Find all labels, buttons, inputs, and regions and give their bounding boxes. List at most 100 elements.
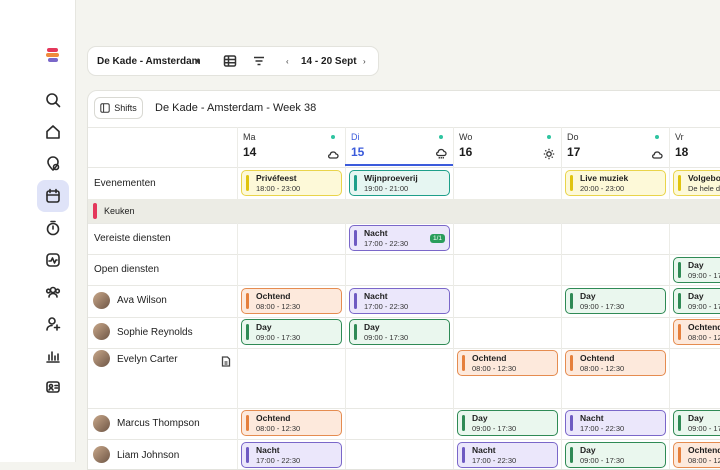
shift-title: Day bbox=[688, 413, 704, 423]
shift-color-bar bbox=[462, 415, 465, 431]
employee-name[interactable]: Ava Wilson bbox=[117, 295, 167, 306]
day-header-ma[interactable]: Ma 14 bbox=[237, 132, 345, 166]
document-icon[interactable] bbox=[221, 354, 231, 367]
shift-title: Wijnproeverij bbox=[364, 173, 418, 183]
day-name: Wo bbox=[459, 132, 473, 142]
shift-time: 09:00 - 17:30 bbox=[688, 424, 720, 433]
id-card-icon[interactable] bbox=[39, 373, 67, 401]
location-selector[interactable]: De Kade - Amsterdam bbox=[97, 56, 201, 67]
day-number: 14 bbox=[243, 145, 257, 159]
location-icon[interactable] bbox=[39, 150, 67, 178]
day-header-do[interactable]: Do 17 bbox=[561, 132, 669, 166]
shifts-label: Shifts bbox=[114, 103, 137, 113]
shift-color-bar bbox=[462, 447, 465, 463]
filter-icon[interactable] bbox=[252, 54, 266, 68]
calendar-icon[interactable] bbox=[37, 180, 69, 212]
shift-card[interactable]: Ochtend08:00 - 12:30 bbox=[565, 350, 666, 376]
shift-title: Ochtend bbox=[580, 353, 615, 363]
shift-title: Ochtend bbox=[688, 322, 720, 332]
shift-card[interactable]: Day09:00 - 17:30 bbox=[457, 410, 558, 436]
shift-card[interactable]: Ochtend08:00 - 12:30 bbox=[241, 288, 342, 314]
shift-card[interactable]: Day09:00 - 17:30 bbox=[241, 319, 342, 345]
employee-name[interactable]: Liam Johnson bbox=[117, 450, 179, 461]
event-card[interactable]: Wijnproeverij 19:00 - 21:00 bbox=[349, 170, 450, 196]
shift-time: 20:00 - 23:00 bbox=[580, 184, 625, 193]
cloud-rain-icon bbox=[435, 147, 447, 159]
bar-chart-icon[interactable] bbox=[39, 342, 67, 370]
shift-card[interactable]: Day09:00 - 17:30 bbox=[565, 288, 666, 314]
section-keuken[interactable]: Keuken bbox=[88, 199, 720, 223]
status-dot bbox=[547, 135, 551, 139]
day-number: 18 bbox=[675, 145, 689, 159]
shift-card[interactable]: Ochtend08:00 - 12:30 bbox=[241, 410, 342, 436]
search-icon[interactable] bbox=[39, 86, 67, 114]
shift-time: 09:00 - 17:30 bbox=[580, 456, 625, 465]
table-view-icon[interactable] bbox=[223, 54, 237, 68]
shifts-button[interactable]: Shifts bbox=[94, 97, 143, 119]
event-card[interactable]: Privéfeest 18:00 - 23:00 bbox=[241, 170, 342, 196]
shift-card[interactable]: Day09:00 - 17:30 bbox=[673, 288, 720, 314]
status-dot bbox=[331, 135, 335, 139]
shift-color-bar bbox=[570, 355, 573, 371]
shift-time: 18:00 - 23:00 bbox=[256, 184, 301, 193]
shift-time: 09:00 - 17:30 bbox=[580, 302, 625, 311]
chevron-right-icon[interactable]: › bbox=[363, 57, 366, 66]
shift-card[interactable]: Nacht 17:00 - 22:30 bbox=[349, 288, 450, 314]
shift-card[interactable]: Day09:00 - 17:30 bbox=[673, 410, 720, 436]
schedule-panel: Shifts De Kade - Amsterdam - Week 38 Ma … bbox=[87, 90, 720, 470]
shift-title: Ochtend bbox=[256, 413, 291, 423]
shift-color-bar bbox=[354, 293, 357, 309]
shift-title: Live muziek bbox=[580, 173, 629, 183]
shift-color-bar bbox=[678, 447, 681, 463]
employee-name[interactable]: Sophie Reynolds bbox=[117, 327, 193, 338]
status-dot bbox=[439, 135, 443, 139]
shift-card[interactable]: Nacht 17:00 - 22:30 1/1 bbox=[349, 225, 450, 251]
shift-color-bar bbox=[570, 175, 573, 191]
shift-card[interactable]: Nacht 17:00 - 22:30 bbox=[565, 410, 666, 436]
cloud-sun-icon bbox=[327, 147, 339, 159]
shift-card[interactable]: Day09:00 - 17:30 bbox=[349, 319, 450, 345]
shift-color-bar bbox=[678, 175, 681, 191]
chevron-down-icon[interactable]: ▾ bbox=[196, 57, 200, 66]
shift-time: 08:00 - 12:30 bbox=[256, 424, 301, 433]
shift-time: 08:00 - 12:30 bbox=[688, 333, 720, 342]
home-icon[interactable] bbox=[39, 118, 67, 146]
shift-title: Ochtend bbox=[472, 353, 507, 363]
add-user-icon[interactable] bbox=[39, 310, 67, 338]
shift-card[interactable]: Ochtend08:00 - 12:30 bbox=[673, 442, 720, 468]
timer-icon[interactable] bbox=[39, 214, 67, 242]
day-header-vr[interactable]: Vr 18 bbox=[669, 132, 720, 166]
event-card[interactable]: VolgeboektDe hele dag bbox=[673, 170, 720, 196]
shift-time: 17:00 - 22:30 bbox=[472, 456, 517, 465]
shift-color-bar bbox=[246, 447, 249, 463]
cloud-sun-icon bbox=[651, 147, 663, 159]
shift-card[interactable]: Day09:00 - 17:30 bbox=[673, 257, 720, 283]
shift-title: Privéfeest bbox=[256, 173, 297, 183]
shift-title: Day bbox=[472, 413, 488, 423]
shift-title: Day bbox=[688, 260, 704, 270]
page-title: De Kade - Amsterdam - Week 38 bbox=[155, 102, 317, 114]
employee-name[interactable]: Evelyn Carter bbox=[117, 354, 178, 365]
team-icon[interactable] bbox=[39, 278, 67, 306]
day-header-di[interactable]: Di 15 bbox=[345, 132, 453, 166]
chevron-left-icon[interactable]: ‹ bbox=[286, 57, 289, 66]
date-range[interactable]: 14 - 20 Sept bbox=[301, 56, 357, 67]
shift-title: Volgeboekt bbox=[688, 173, 720, 183]
shift-color-bar bbox=[678, 293, 681, 309]
shift-time: 09:00 - 17:30 bbox=[688, 271, 720, 280]
event-card[interactable]: Live muziek 20:00 - 23:00 bbox=[565, 170, 666, 196]
day-name: Ma bbox=[243, 132, 256, 142]
row-label-required: Vereiste diensten bbox=[94, 233, 171, 244]
employee-name[interactable]: Marcus Thompson bbox=[117, 418, 200, 429]
shift-card[interactable]: Day09:00 - 17:30 bbox=[565, 442, 666, 468]
day-header-wo[interactable]: Wo 16 bbox=[453, 132, 561, 166]
activity-icon[interactable] bbox=[39, 246, 67, 274]
row-label-events: Evenementen bbox=[94, 178, 156, 189]
day-number: 17 bbox=[567, 145, 581, 159]
shift-card[interactable]: Nacht 17:00 - 22:30 bbox=[457, 442, 558, 468]
shift-card[interactable]: Ochtend08:00 - 12:30 bbox=[457, 350, 558, 376]
app-logo[interactable] bbox=[44, 46, 62, 64]
shift-color-bar bbox=[678, 415, 681, 431]
shift-card[interactable]: Nacht 17:00 - 22:30 bbox=[241, 442, 342, 468]
shift-card[interactable]: Ochtend08:00 - 12:30 bbox=[673, 319, 720, 345]
